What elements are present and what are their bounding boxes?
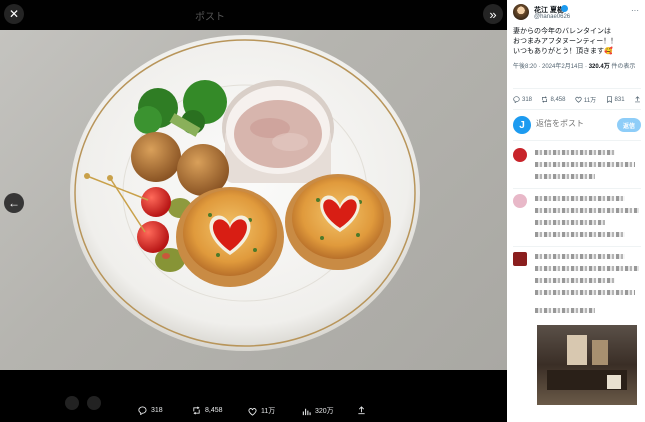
like-button[interactable]: 11万 (575, 95, 596, 104)
media-viewer: ✕ ポスト » ← 318 8,458 11万 320万 (0, 0, 507, 422)
repost-button[interactable]: 8,458 (541, 95, 565, 104)
author-handle[interactable]: @hanae0626 (534, 14, 570, 20)
avatar (513, 148, 527, 162)
reply-submit-button[interactable]: 返信 (617, 118, 641, 132)
viewer-views-count: 320万 (315, 408, 334, 415)
viewer-views-button[interactable]: 320万 (302, 406, 334, 416)
avatar-letter: J (519, 119, 525, 131)
reply-item[interactable] (513, 194, 641, 244)
bookmark-icon (606, 96, 612, 103)
viewer-reply-button[interactable]: 318 (138, 406, 163, 415)
viewer-like-button[interactable]: 11万 (248, 406, 275, 416)
divider (513, 140, 641, 141)
like-icon (248, 407, 257, 416)
tweet-text: 妻からの今年のバレンタインは おつまみアフタヌーンティー！！ いつもありがとう！… (513, 28, 618, 55)
bookmark-button[interactable]: 831 (606, 95, 625, 104)
repost-icon (542, 96, 548, 103)
avatar[interactable] (513, 4, 529, 20)
repost-count: 8,458 (550, 96, 566, 103)
expand-icon: » (489, 6, 497, 22)
repost-icon (193, 406, 200, 415)
reply-button[interactable]: 318 (513, 95, 532, 104)
divider (513, 246, 641, 247)
avatar (513, 252, 527, 266)
back-arrow-icon: ← (8, 196, 20, 210)
food-photo (0, 30, 507, 370)
reply-item[interactable] (513, 148, 641, 188)
views-label: 件の表示 (609, 64, 636, 70)
more-icon[interactable]: ··· (631, 6, 639, 15)
viewer-repost-button[interactable]: 8,458 (192, 406, 223, 415)
background-ghost-row (65, 396, 101, 410)
viewer-share-button[interactable] (357, 406, 366, 415)
tweet-meta: 午後8:20 · 2024年2月14日 · 320.4万 件の表示 (513, 63, 641, 72)
close-button[interactable]: ✕ (4, 4, 24, 24)
author-row: 花江 夏樹 @hanae0626 ··· (513, 4, 641, 24)
viewer-like-count: 11万 (261, 408, 276, 415)
share-button[interactable] (634, 95, 641, 104)
expand-sidebar-button[interactable]: » (483, 4, 503, 24)
avatar: J (513, 116, 531, 134)
reply-icon (138, 406, 147, 415)
viewer-repost-count: 8,458 (205, 407, 223, 414)
reply-image[interactable] (537, 325, 637, 405)
reply-input[interactable] (536, 119, 596, 128)
divider (513, 109, 641, 110)
like-count: 11万 (583, 98, 597, 104)
like-icon (575, 96, 582, 103)
views-icon (302, 408, 311, 415)
divider (513, 188, 641, 189)
reply-count: 318 (522, 96, 533, 103)
header-title: ポスト (195, 12, 225, 23)
avatar (513, 194, 527, 208)
share-icon (358, 406, 365, 415)
verified-icon (561, 5, 568, 12)
plate-image (70, 35, 420, 351)
tweet-stats: 318 8,458 11万 831 (513, 95, 641, 104)
viewer-topbar: ✕ ポスト » (0, 0, 507, 30)
views-count: 320.4万 (588, 64, 610, 70)
reply-composer: J 返信 (513, 116, 641, 136)
reply-icon (513, 96, 520, 103)
previous-button[interactable]: ← (4, 193, 24, 213)
bookmark-count: 831 (614, 96, 625, 103)
share-icon (635, 96, 640, 103)
close-icon: ✕ (8, 7, 20, 21)
tweet-time[interactable]: 午後8:20 · 2024年2月14日 · (513, 64, 589, 70)
divider (513, 88, 641, 89)
tweet-sidebar: 花江 夏樹 @hanae0626 ··· 妻からの今年のバレンタインは おつまみ… (507, 0, 645, 422)
viewer-reply-count: 318 (151, 407, 163, 414)
